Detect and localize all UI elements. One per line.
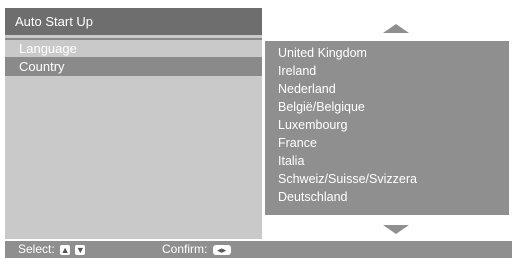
menu-item-country[interactable]: Country — [5, 58, 262, 76]
menu: Language Country — [5, 40, 262, 76]
menu-item-language[interactable]: Language — [5, 40, 262, 58]
country-list-panel: United Kingdom Ireland Nederland België/… — [265, 41, 509, 215]
country-item[interactable]: Luxembourg — [265, 116, 509, 134]
country-item[interactable]: United Kingdom — [265, 44, 509, 62]
enter-key-icon: ◂▸ — [212, 244, 231, 255]
confirm-hint: Confirm: ◂▸ — [162, 241, 231, 258]
arrow-up-key-icon: ▲ — [60, 244, 71, 255]
scroll-down-icon[interactable] — [383, 225, 409, 234]
page-title: Auto Start Up — [5, 8, 262, 35]
select-hint: Select: ▲ ▼ — [18, 241, 86, 258]
country-item[interactable]: Deutschland — [265, 188, 509, 206]
confirm-label: Confirm: — [162, 242, 208, 256]
select-label: Select: — [18, 242, 55, 256]
country-item[interactable]: Schweiz/Suisse/Svizzera — [265, 170, 509, 188]
country-item[interactable]: België/Belgique — [265, 98, 509, 116]
left-panel: Auto Start Up Language Country — [5, 8, 262, 239]
footer-bar: Select: ▲ ▼ Confirm: ◂▸ — [5, 241, 512, 258]
country-item[interactable]: Ireland — [265, 62, 509, 80]
arrow-down-key-icon: ▼ — [75, 244, 86, 255]
country-list: United Kingdom Ireland Nederland België/… — [265, 44, 509, 206]
country-item[interactable]: Nederland — [265, 80, 509, 98]
country-item[interactable]: Italia — [265, 152, 509, 170]
country-item[interactable]: France — [265, 134, 509, 152]
scroll-up-icon[interactable] — [383, 24, 409, 33]
